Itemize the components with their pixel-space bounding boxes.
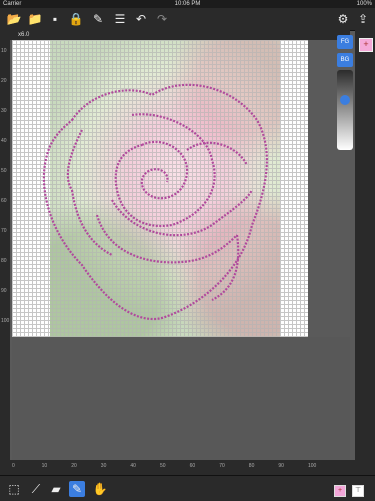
bottom-ruler-tick: 10 xyxy=(41,463,48,469)
left-ruler-tick: 10 xyxy=(1,48,7,54)
left-ruler-tick: 100 xyxy=(1,318,10,324)
bottom-ruler-tick: 40 xyxy=(130,463,136,469)
fg-button[interactable]: FG xyxy=(337,35,353,49)
lock-icon[interactable]: 🔒 xyxy=(68,11,84,27)
left-ruler-tick: 30 xyxy=(1,108,7,114)
bottom-ruler-tick: 70 xyxy=(219,463,225,469)
save-icon[interactable]: ▪ xyxy=(47,11,63,27)
bottom-ruler-tick: 90 xyxy=(278,463,284,469)
bottom-ruler-tick: 20 xyxy=(71,463,77,469)
layer-icon[interactable]: ⊤ xyxy=(352,485,364,497)
pixel-canvas[interactable] xyxy=(12,40,308,337)
add-color-icon[interactable]: + xyxy=(334,485,346,497)
top-ruler xyxy=(10,30,350,40)
zoom-level: x6.0 xyxy=(18,32,30,38)
empty-canvas-area xyxy=(12,337,350,460)
bottom-ruler: 0 10 20 30 40 50 60 70 80 90 100 xyxy=(0,460,355,475)
rose-outline xyxy=(42,83,268,321)
folder-icon[interactable]: 📂 xyxy=(6,11,22,27)
top-toolbar: 📂 📁 ▪ 🔒 ✎ ☰ ↶ ↷ ⚙ ⇪ xyxy=(0,8,375,31)
left-ruler-tick: 20 xyxy=(1,78,7,84)
redo-icon[interactable]: ↷ xyxy=(154,11,170,27)
add-swatch-icon[interactable]: + xyxy=(359,38,373,52)
bottom-ruler-tick: 50 xyxy=(160,463,166,469)
left-ruler-tick: 60 xyxy=(1,198,7,204)
folder-plus-icon[interactable]: 📁 xyxy=(27,11,43,27)
bottom-ruler-tick: 30 xyxy=(100,463,107,469)
select-rect-icon[interactable]: ⬚ xyxy=(6,481,22,497)
left-ruler-tick: 40 xyxy=(1,138,7,144)
bottom-toolbar: ⬚ ⟋ ▰ ✎ ✋ + ⊤ xyxy=(0,475,375,501)
battery-label: 100% xyxy=(356,1,372,7)
clock: 10:06 PM xyxy=(174,1,201,7)
share-icon[interactable]: ⇪ xyxy=(355,11,371,27)
hand-icon[interactable]: ✋ xyxy=(92,481,108,497)
right-panel xyxy=(355,30,375,500)
pen-icon[interactable]: ✎ xyxy=(69,481,85,497)
bottom-ruler-tick: 60 xyxy=(189,463,196,469)
eraser-icon[interactable]: ▰ xyxy=(48,481,64,497)
bottom-ruler-tick: 100 xyxy=(308,463,317,469)
undo-icon[interactable]: ↶ xyxy=(133,11,149,27)
left-ruler-tick: 90 xyxy=(1,288,7,294)
list-icon[interactable]: ☰ xyxy=(112,11,128,27)
slider-knob[interactable] xyxy=(340,94,350,105)
left-ruler-tick: 50 xyxy=(1,168,7,174)
bg-button[interactable]: BG xyxy=(337,53,353,67)
status-bar: Carrier 10:06 PM 100% xyxy=(0,0,375,8)
left-ruler: 10 20 30 40 50 60 70 80 90 100 xyxy=(0,30,10,470)
eyedropper-icon[interactable]: ⟋ xyxy=(28,481,44,497)
brush-size-slider[interactable] xyxy=(337,70,353,150)
bottom-ruler-tick: 80 xyxy=(248,463,255,469)
gear-icon[interactable]: ⚙ xyxy=(335,11,351,27)
left-ruler-tick: 70 xyxy=(1,228,7,234)
left-ruler-tick: 80 xyxy=(1,258,7,264)
bottom-ruler-tick: 0 xyxy=(12,463,15,469)
pencil-menu-icon[interactable]: ✎ xyxy=(90,11,106,27)
